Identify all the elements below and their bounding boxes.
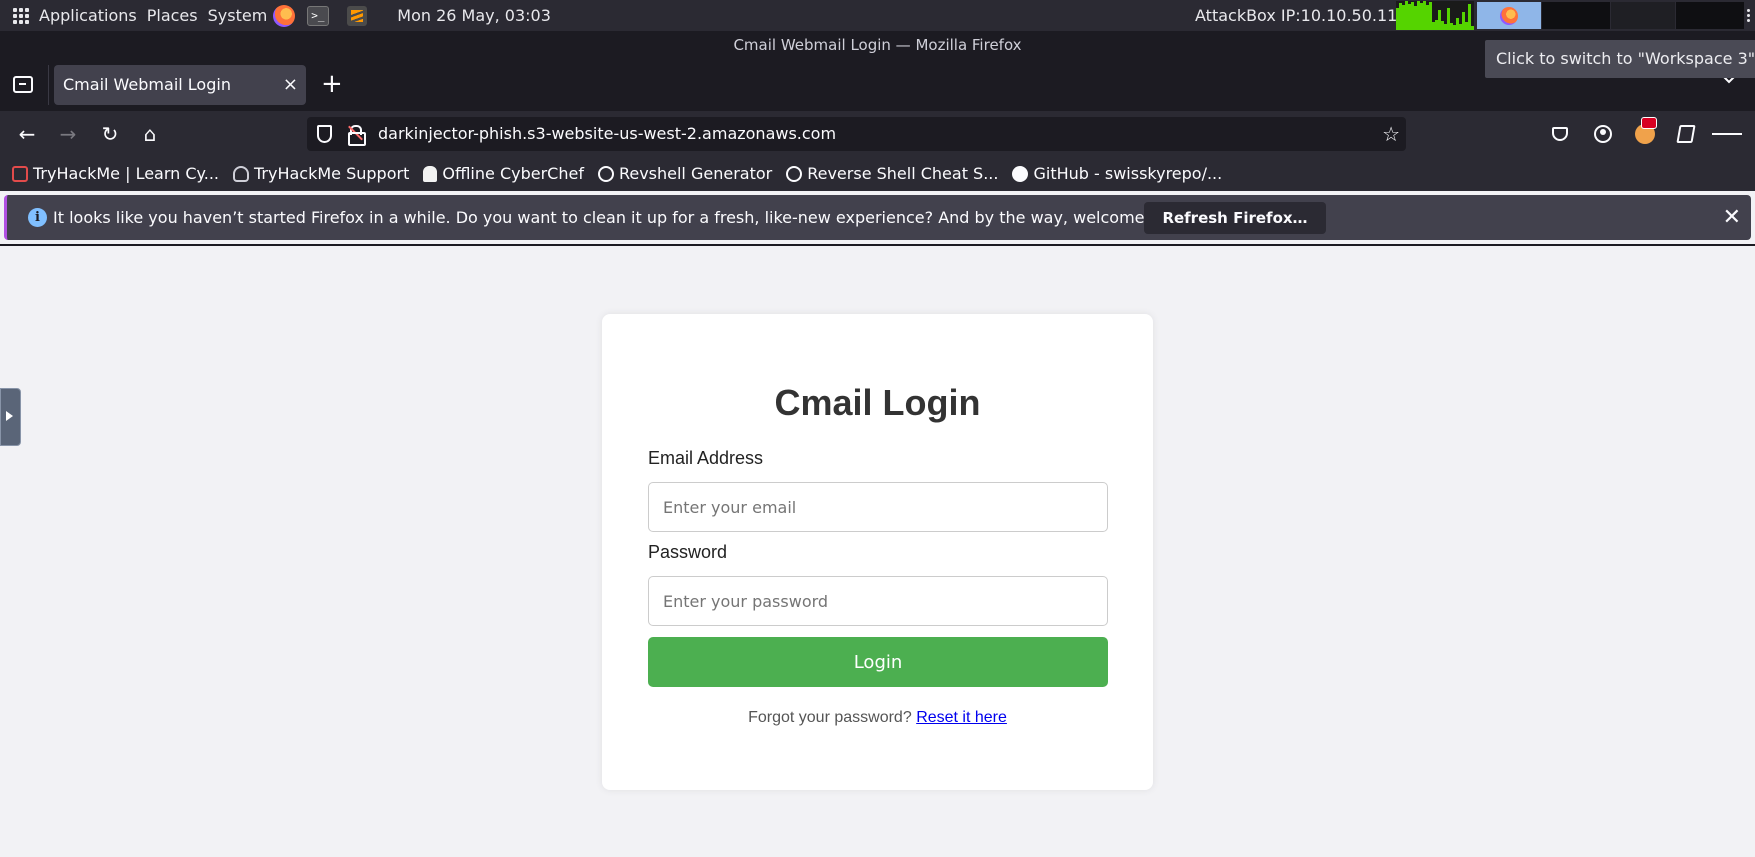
- extensions-puzzle-icon: [1676, 124, 1696, 143]
- navigation-bar: ← → ↻ ⌂ darkinjector-phish.s3-website-us…: [0, 111, 1755, 156]
- terminal-launcher-icon[interactable]: >_: [307, 5, 330, 26]
- reset-password-link[interactable]: Reset it here: [916, 709, 1007, 726]
- ublock-button[interactable]: [1630, 111, 1660, 156]
- forgot-password-line: Forgot your password? Reset it here: [602, 709, 1153, 727]
- tab-cmail-login[interactable]: Cmail Webmail Login ×: [54, 65, 306, 105]
- refresh-firefox-button[interactable]: Refresh Firefox…: [1144, 202, 1326, 234]
- github-icon: [1012, 165, 1029, 182]
- bookmark-label: TryHackMe | Learn Cy...: [33, 164, 219, 183]
- bookmark-label: GitHub - swisskyrepo/...: [1033, 164, 1223, 183]
- account-icon: [1594, 124, 1612, 143]
- forgot-password-text: Forgot your password?: [748, 709, 912, 726]
- bookmark-label: Reverse Shell Cheat S...: [807, 164, 999, 183]
- workspace-tooltip: Click to switch to "Workspace 3": [1485, 40, 1755, 78]
- home-icon[interactable]: ⌂: [135, 111, 165, 156]
- workspace-2[interactable]: [1542, 2, 1610, 29]
- login-button[interactable]: Login: [648, 637, 1108, 687]
- workspace-3[interactable]: [1611, 2, 1675, 29]
- system-monitor-graph[interactable]: [1396, 1, 1474, 30]
- pocket-icon: [1552, 126, 1568, 141]
- panel-more-icon[interactable]: [1747, 9, 1751, 24]
- login-title: Cmail Login: [774, 382, 981, 423]
- tab-title: Cmail Webmail Login: [63, 75, 231, 94]
- bookmark-label: Offline CyberChef: [442, 164, 584, 183]
- bookmarks-toolbar: TryHackMe | Learn Cy... TryHackMe Suppor…: [0, 156, 1755, 191]
- extensions-button[interactable]: [1671, 111, 1701, 156]
- new-tab-button[interactable]: +: [321, 67, 343, 101]
- login-card: Cmail Login Email Address Password Login…: [602, 314, 1153, 790]
- workspace-4[interactable]: [1676, 2, 1744, 29]
- attackbox-ip: AttackBox IP:10.10.50.110: [1195, 6, 1408, 25]
- bookmark-cyberchef[interactable]: Offline CyberChef: [423, 164, 584, 183]
- top-panel: Applications Places System >_ Mon 26 May…: [0, 0, 1755, 31]
- bookmark-tryhackme-support[interactable]: TryHackMe Support: [233, 164, 409, 183]
- side-panel-handle[interactable]: [0, 388, 21, 446]
- password-field[interactable]: [648, 576, 1108, 626]
- cloud-icon: [233, 165, 249, 182]
- chef-hat-icon: [423, 165, 438, 182]
- refresh-firefox-notification: i It looks like you haven’t started Fire…: [4, 195, 1751, 240]
- insecure-lock-icon[interactable]: [348, 125, 366, 146]
- reload-icon[interactable]: ↻: [95, 111, 125, 156]
- panel-clock[interactable]: Mon 26 May, 03:03: [397, 6, 551, 25]
- password-label: Password: [648, 542, 728, 562]
- account-button[interactable]: [1588, 111, 1618, 156]
- firefox-window-icon: [1500, 6, 1518, 25]
- globe-icon: [786, 165, 803, 182]
- workspace-1[interactable]: [1477, 2, 1541, 29]
- globe-icon: [597, 165, 614, 182]
- menu-applications[interactable]: Applications: [39, 6, 137, 25]
- bookmark-tryhackme[interactable]: TryHackMe | Learn Cy...: [12, 164, 219, 183]
- bookmark-github-swisskyrepo[interactable]: GitHub - swisskyrepo/...: [1012, 164, 1222, 183]
- email-label: Email Address: [648, 448, 764, 468]
- menu-system[interactable]: System: [208, 6, 268, 25]
- back-arrow-icon[interactable]: ←: [12, 111, 42, 156]
- menu-places[interactable]: Places: [147, 6, 198, 25]
- tryhackme-icon: [12, 165, 28, 182]
- notification-message: It looks like you haven’t started Firefo…: [53, 208, 1195, 227]
- url-bar[interactable]: darkinjector-phish.s3-website-us-west-2.…: [307, 117, 1406, 151]
- bookmark-label: TryHackMe Support: [254, 164, 410, 183]
- bookmark-label: Revshell Generator: [618, 164, 773, 183]
- firefox-launcher-icon[interactable]: [273, 4, 296, 27]
- bookmark-reverse-shell-cheatsheet[interactable]: Reverse Shell Cheat S...: [786, 164, 998, 183]
- url-text[interactable]: darkinjector-phish.s3-website-us-west-2.…: [378, 117, 836, 151]
- email-field[interactable]: [648, 482, 1108, 532]
- apps-grid-icon[interactable]: [13, 7, 29, 24]
- tab-close-icon[interactable]: ×: [283, 65, 298, 105]
- pocket-button[interactable]: [1545, 111, 1575, 156]
- close-notification-icon[interactable]: ✕: [1723, 195, 1741, 240]
- bookmark-revshell-generator[interactable]: Revshell Generator: [597, 164, 773, 183]
- tab-separator: [48, 65, 49, 105]
- app-menu-button[interactable]: [1712, 111, 1742, 156]
- info-icon: i: [28, 208, 47, 227]
- bookmark-star-icon[interactable]: ☆: [1382, 117, 1400, 151]
- forward-arrow-icon[interactable]: →: [53, 111, 83, 156]
- sublime-launcher-icon[interactable]: [347, 5, 368, 26]
- tracking-protection-shield-icon[interactable]: [317, 125, 332, 143]
- firefox-view-icon[interactable]: [13, 76, 33, 93]
- ublock-extension-icon: [1635, 116, 1657, 144]
